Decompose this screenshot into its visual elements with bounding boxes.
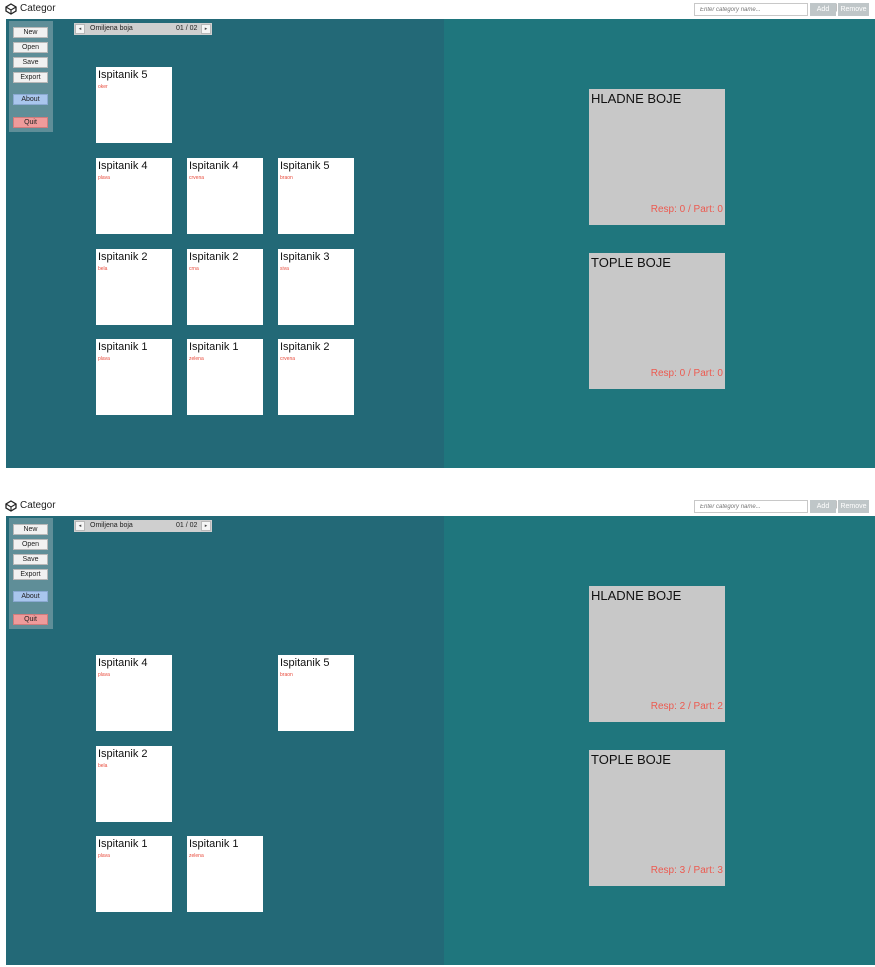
response-value: crvena <box>280 356 296 362</box>
client-area: New Open Save Export About Quit ◂ Omilje… <box>6 516 875 965</box>
save-button[interactable]: Save <box>13 554 48 565</box>
category-title: HLADNE BOJE <box>591 588 682 603</box>
question-counter: 01 / 02 <box>176 522 198 529</box>
response-value: braon <box>280 672 293 678</box>
response-card[interactable]: Ispitanik 4 plava <box>96 655 172 731</box>
add-category-button[interactable]: Add <box>810 500 836 513</box>
response-value: crvena <box>189 175 205 181</box>
respondent-name: Ispitanik 2 <box>98 251 148 263</box>
open-button[interactable]: Open <box>13 42 48 53</box>
question-navigator: ◂ Omiljena boja 01 / 02 ▸ <box>74 520 212 532</box>
category-name-input[interactable] <box>694 3 808 16</box>
add-category-button[interactable]: Add <box>810 3 836 16</box>
category-stats: Resp: 0 / Part: 0 <box>650 204 723 215</box>
category-box[interactable]: TOPLE BOJE Resp: 3 / Part: 3 <box>589 750 725 886</box>
respondent-name: Ispitanik 1 <box>98 341 148 353</box>
response-card[interactable]: Ispitanik 4 plava <box>96 158 172 234</box>
respondent-name: Ispitanik 1 <box>189 341 239 353</box>
category-stats: Resp: 3 / Part: 3 <box>650 865 723 876</box>
remove-category-button[interactable]: Remove <box>838 3 869 16</box>
respondent-name: Ispitanik 4 <box>98 657 148 669</box>
quit-button[interactable]: Quit <box>13 117 48 128</box>
export-button[interactable]: Export <box>13 72 48 83</box>
categories-pane <box>444 516 875 965</box>
responses-pane: New Open Save Export About Quit ◂ Omilje… <box>6 19 444 468</box>
prev-question-button[interactable]: ◂ <box>75 24 85 34</box>
response-card[interactable]: Ispitanik 5 braon <box>278 158 354 234</box>
sidebar: New Open Save Export About Quit <box>9 518 53 629</box>
new-button[interactable]: New <box>13 524 48 535</box>
category-title: HLADNE BOJE <box>591 91 682 106</box>
quit-button[interactable]: Quit <box>13 614 48 625</box>
export-button[interactable]: Export <box>13 569 48 580</box>
app-window-2: Categor — ❐ ✕ New Open Save Export About… <box>0 497 875 967</box>
question-counter: 01 / 02 <box>176 25 198 32</box>
respondent-name: Ispitanik 1 <box>98 838 148 850</box>
respondent-name: Ispitanik 3 <box>280 251 330 263</box>
category-stats: Resp: 2 / Part: 2 <box>650 701 723 712</box>
window-title: Categor <box>20 500 56 511</box>
respondent-name: Ispitanik 2 <box>189 251 239 263</box>
category-name-input[interactable] <box>694 500 808 513</box>
respondent-name: Ispitanik 4 <box>189 160 239 172</box>
category-box[interactable]: HLADNE BOJE Resp: 0 / Part: 0 <box>589 89 725 225</box>
response-card[interactable]: Ispitanik 5 braon <box>278 655 354 731</box>
about-button[interactable]: About <box>13 94 48 105</box>
respondent-name: Ispitanik 4 <box>98 160 148 172</box>
response-card[interactable]: Ispitanik 2 crvena <box>278 339 354 415</box>
category-box[interactable]: TOPLE BOJE Resp: 0 / Part: 0 <box>589 253 725 389</box>
response-card[interactable]: Ispitanik 4 crvena <box>187 158 263 234</box>
response-card[interactable]: Ispitanik 2 crna <box>187 249 263 325</box>
app-icon <box>5 500 17 512</box>
save-button[interactable]: Save <box>13 57 48 68</box>
response-card[interactable]: Ispitanik 1 zelena <box>187 339 263 415</box>
respondent-name: Ispitanik 5 <box>280 657 330 669</box>
app-window-1: Categor — ❐ ✕ New Open Save Export About… <box>0 0 875 470</box>
response-value: bela <box>98 763 108 769</box>
response-value: plava <box>98 853 110 859</box>
category-title: TOPLE BOJE <box>591 255 671 270</box>
question-label: Omiljena boja <box>90 522 133 529</box>
response-value: zelena <box>189 356 204 362</box>
open-button[interactable]: Open <box>13 539 48 550</box>
response-value: bela <box>98 266 108 272</box>
window-title: Categor <box>20 3 56 14</box>
respondent-name: Ispitanik 2 <box>98 748 148 760</box>
response-card[interactable]: Ispitanik 1 plava <box>96 339 172 415</box>
next-question-button[interactable]: ▸ <box>201 521 211 531</box>
response-card[interactable]: Ispitanik 2 bela <box>96 746 172 822</box>
response-card[interactable]: Ispitanik 2 bela <box>96 249 172 325</box>
respondent-name: Ispitanik 2 <box>280 341 330 353</box>
respondent-name: Ispitanik 1 <box>189 838 239 850</box>
prev-question-button[interactable]: ◂ <box>75 521 85 531</box>
response-value: crna <box>189 266 199 272</box>
client-area: New Open Save Export About Quit ◂ Omilje… <box>6 19 875 468</box>
response-value: zelena <box>189 853 204 859</box>
response-value: plava <box>98 175 110 181</box>
category-stats: Resp: 0 / Part: 0 <box>650 368 723 379</box>
response-value: plava <box>98 672 110 678</box>
app-icon <box>5 3 17 15</box>
response-card[interactable]: Ispitanik 1 zelena <box>187 836 263 912</box>
question-label: Omiljena boja <box>90 25 133 32</box>
response-value: plava <box>98 356 110 362</box>
next-question-button[interactable]: ▸ <box>201 24 211 34</box>
response-card[interactable]: Ispitanik 1 plava <box>96 836 172 912</box>
new-button[interactable]: New <box>13 27 48 38</box>
category-title: TOPLE BOJE <box>591 752 671 767</box>
response-value: braon <box>280 175 293 181</box>
respondent-name: Ispitanik 5 <box>280 160 330 172</box>
remove-category-button[interactable]: Remove <box>838 500 869 513</box>
category-box[interactable]: HLADNE BOJE Resp: 2 / Part: 2 <box>589 586 725 722</box>
response-card[interactable]: Ispitanik 5 oker <box>96 67 172 143</box>
response-value: oker <box>98 84 108 90</box>
sidebar: New Open Save Export About Quit <box>9 21 53 132</box>
responses-pane: New Open Save Export About Quit ◂ Omilje… <box>6 516 444 965</box>
response-value: siva <box>280 266 289 272</box>
respondent-name: Ispitanik 5 <box>98 69 148 81</box>
response-card[interactable]: Ispitanik 3 siva <box>278 249 354 325</box>
about-button[interactable]: About <box>13 591 48 602</box>
categories-pane <box>444 19 875 468</box>
question-navigator: ◂ Omiljena boja 01 / 02 ▸ <box>74 23 212 35</box>
